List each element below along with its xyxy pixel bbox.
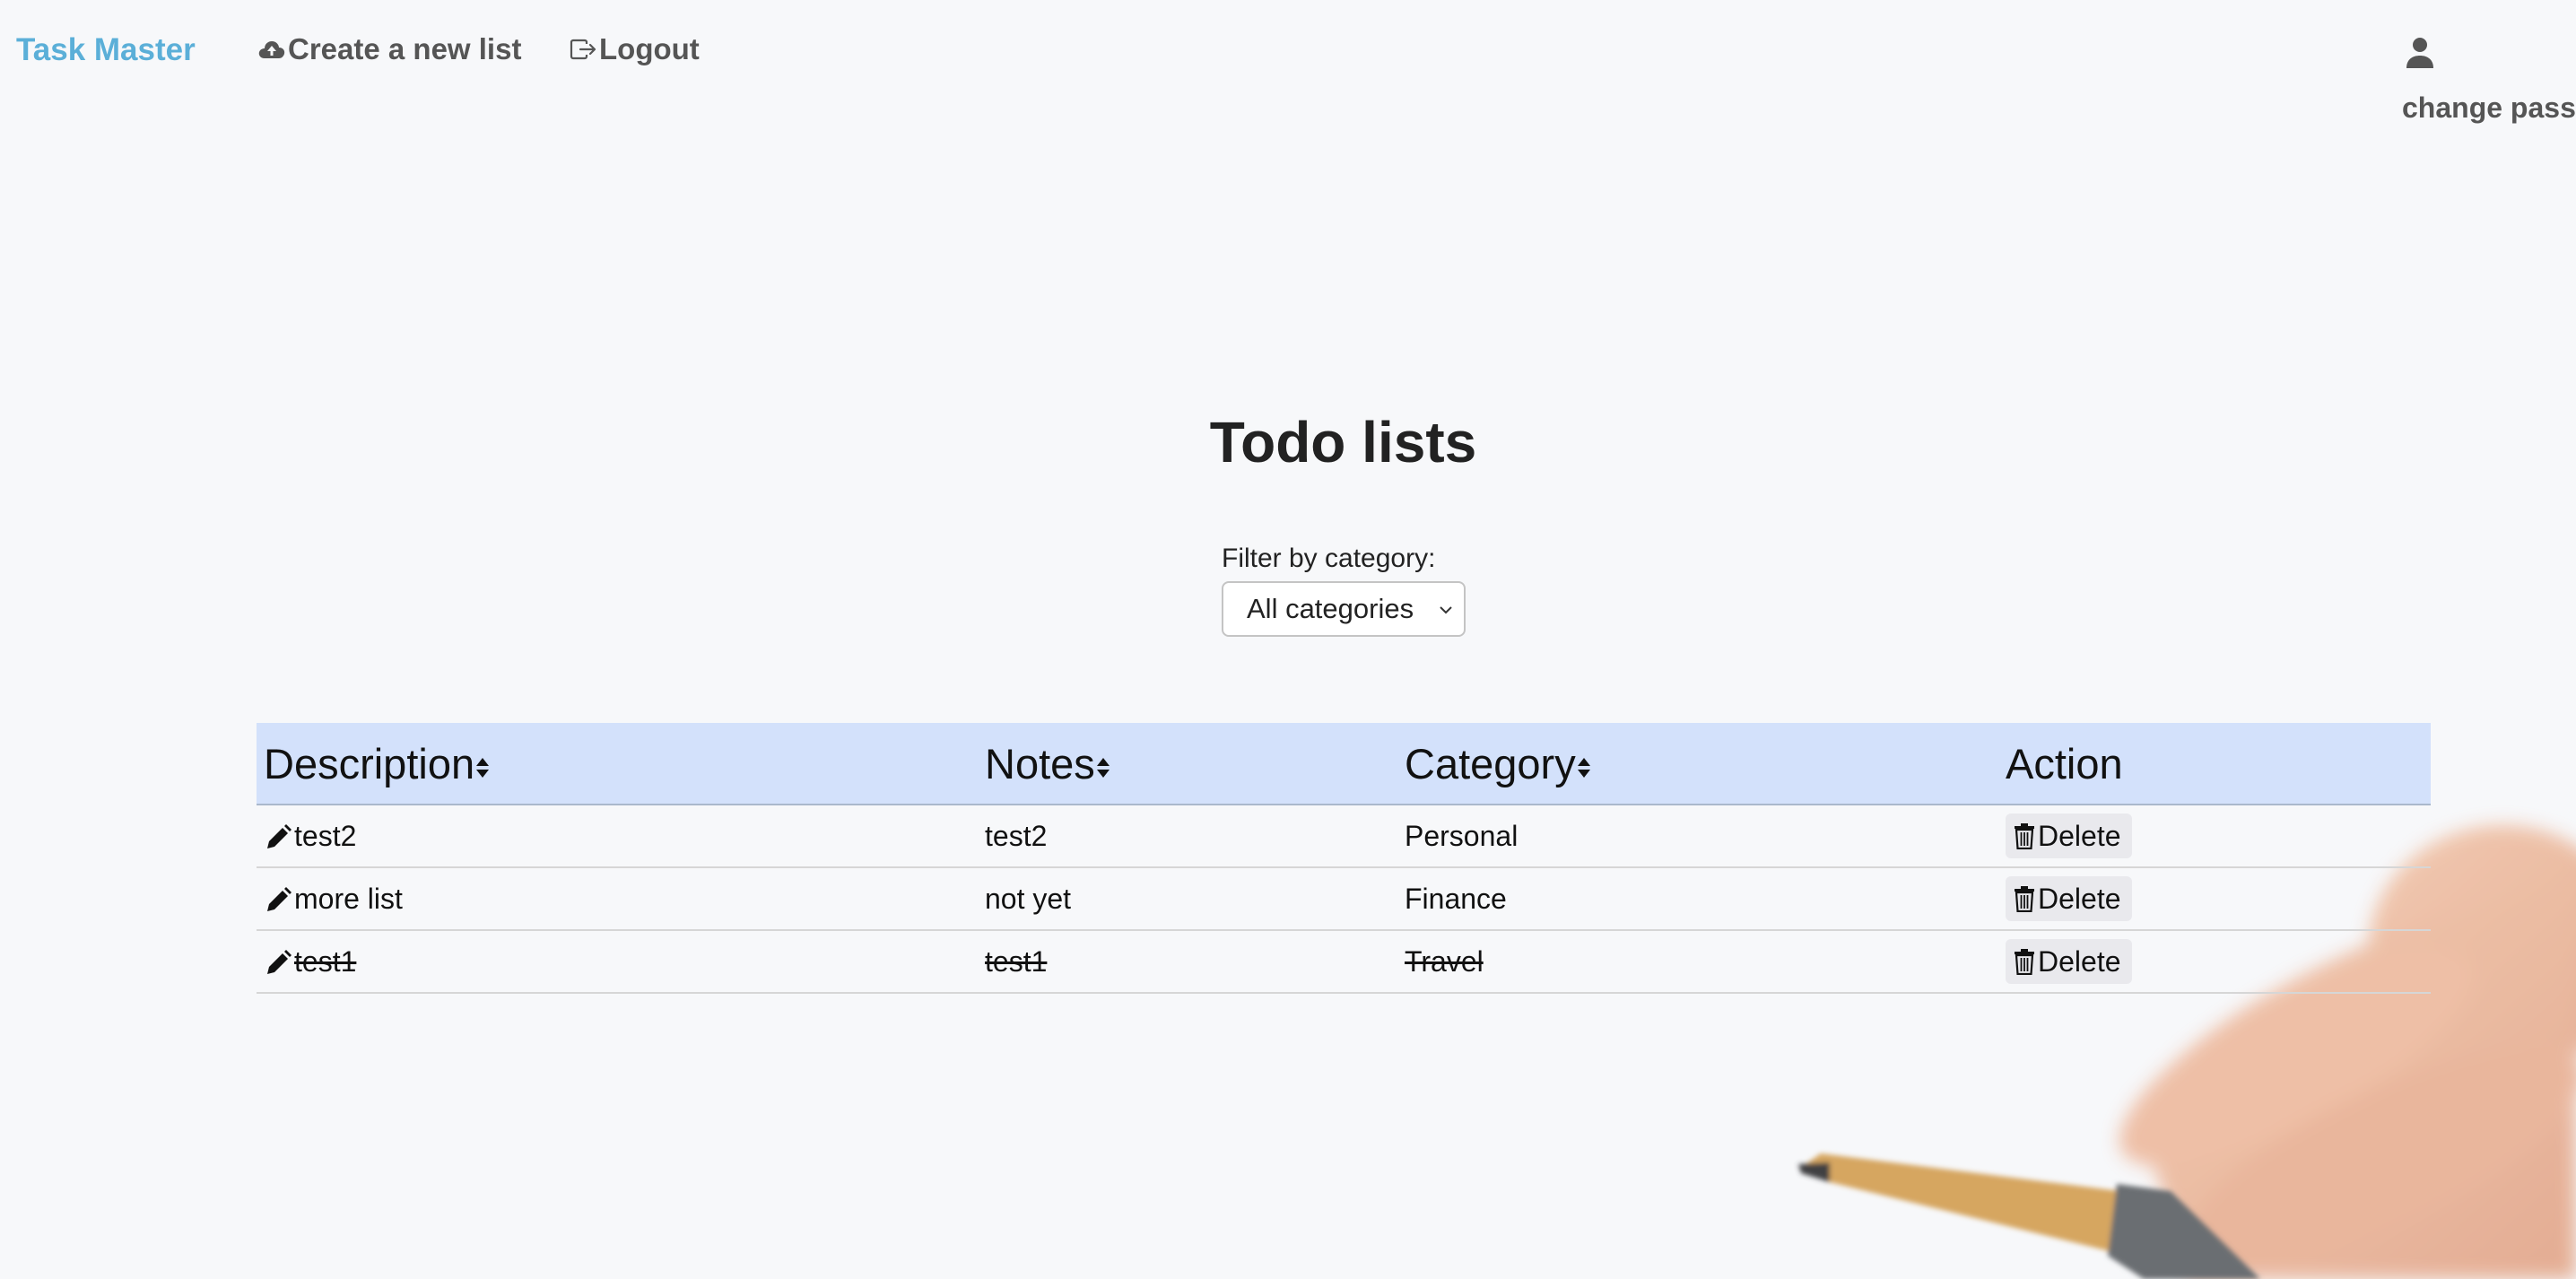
table-row: more list not yet Finance Delete <box>257 867 2431 931</box>
cell-action: Delete <box>1998 867 2431 931</box>
header-notes-label: Notes <box>985 739 1095 787</box>
chevron-down-icon <box>1440 606 1452 614</box>
logout-icon <box>570 39 596 60</box>
trash-icon <box>2015 886 2034 912</box>
description-text: test2 <box>294 819 357 852</box>
table-header-row: Description Notes Category Action <box>257 723 2431 805</box>
pencil-edit-icon[interactable] <box>264 823 292 852</box>
category-filter-select[interactable]: All categories <box>1222 581 1466 637</box>
change-password-link[interactable]: change pass <box>2402 91 2576 125</box>
table-row: test2 test2 Personal Delete <box>257 805 2431 868</box>
cell-category: Finance <box>1397 867 1998 931</box>
cell-notes: not yet <box>978 867 1397 931</box>
page-title: Todo lists <box>1209 410 1477 474</box>
header-description-label: Description <box>264 739 475 787</box>
category-text: Personal <box>1405 819 1519 852</box>
cell-description[interactable]: test1 <box>257 930 978 994</box>
description-text: more list <box>294 882 403 915</box>
logout-link[interactable]: Logout <box>569 32 700 66</box>
delete-button[interactable]: Delete <box>2006 939 2132 984</box>
background-hand-pencil-image <box>1798 825 2576 1279</box>
user-icon <box>2406 38 2433 68</box>
logout-label: Logout <box>599 32 700 65</box>
delete-label: Delete <box>2038 882 2121 915</box>
sort-icon <box>1096 758 1110 779</box>
sort-icon <box>476 758 490 779</box>
delete-label: Delete <box>2038 819 2121 852</box>
delete-button[interactable]: Delete <box>2006 814 2132 858</box>
cell-action: Delete <box>1998 930 2431 994</box>
todo-table: Description Notes Category Action test2 … <box>257 723 2431 994</box>
notes-text: test2 <box>985 819 1048 852</box>
trash-icon <box>2015 949 2034 975</box>
delete-label: Delete <box>2038 944 2121 978</box>
trash-icon <box>2015 823 2034 849</box>
category-text: Finance <box>1405 882 1507 915</box>
category-filter-value: All categories <box>1247 593 1414 624</box>
cell-category: Travel <box>1397 930 1998 994</box>
pencil-edit-icon[interactable] <box>264 886 292 915</box>
create-list-link[interactable]: Create a new list <box>257 32 521 66</box>
description-text: test1 <box>294 944 357 978</box>
brand-link[interactable]: Task Master <box>16 32 196 68</box>
cell-description[interactable]: more list <box>257 867 978 931</box>
create-list-label: Create a new list <box>288 32 522 65</box>
header-category[interactable]: Category <box>1397 723 1998 805</box>
cell-notes: test2 <box>978 805 1397 868</box>
cell-category: Personal <box>1397 805 1998 868</box>
header-action: Action <box>1998 723 2431 805</box>
delete-button[interactable]: Delete <box>2006 876 2132 921</box>
pencil-edit-icon[interactable] <box>264 949 292 978</box>
cloud-upload-icon <box>258 41 285 58</box>
header-category-label: Category <box>1405 739 1576 787</box>
cell-notes: test1 <box>978 930 1397 994</box>
header-description[interactable]: Description <box>257 723 978 805</box>
header-action-label: Action <box>2006 739 2123 787</box>
table-row: test1 test1 Travel Delete <box>257 930 2431 994</box>
cell-description[interactable]: test2 <box>257 805 978 868</box>
sort-icon <box>1577 758 1590 779</box>
notes-text: test1 <box>985 944 1048 978</box>
notes-text: not yet <box>985 882 1072 915</box>
filter-label: Filter by category: <box>1222 544 1436 573</box>
category-text: Travel <box>1405 944 1484 978</box>
header-notes[interactable]: Notes <box>978 723 1397 805</box>
cell-action: Delete <box>1998 805 2431 868</box>
